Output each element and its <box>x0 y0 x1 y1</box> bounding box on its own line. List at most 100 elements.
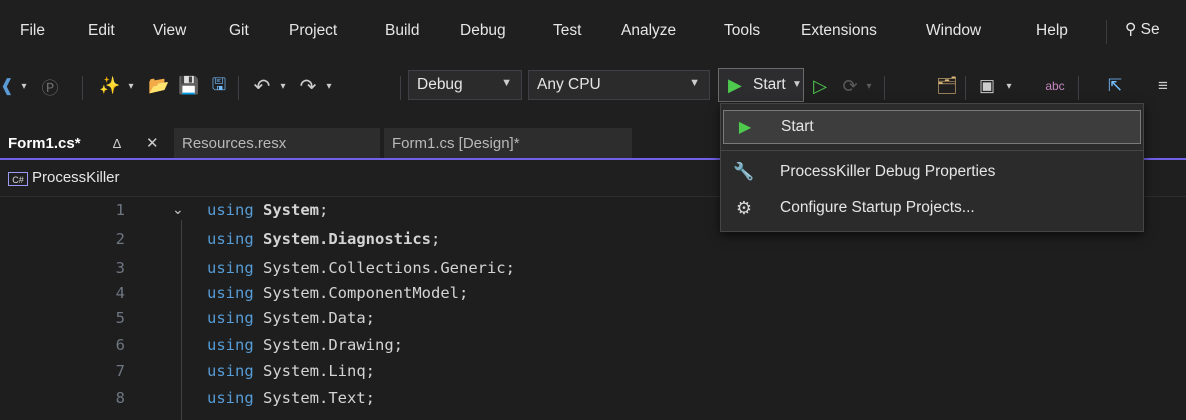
pin-icon[interactable]: ∆ <box>113 136 121 151</box>
code-line: 7 using System.Linq; <box>0 362 1186 385</box>
namespace: System.ComponentModel <box>263 284 459 302</box>
keyword: using <box>207 362 254 380</box>
back-icon[interactable]: ❰ <box>0 72 14 100</box>
menu-test[interactable]: Test <box>553 22 581 40</box>
search-box[interactable]: ⚲ Se <box>1106 20 1160 44</box>
menu-bar: File Edit View Git Project Build Debug T… <box>0 0 1186 62</box>
forward-icon[interactable]: Ⓟ <box>36 72 64 100</box>
keyword: using <box>207 336 254 354</box>
menu-view[interactable]: View <box>153 22 186 40</box>
search-label: Se <box>1140 21 1160 38</box>
project-name[interactable]: ProcessKiller <box>32 169 120 186</box>
menu-item-label: ProcessKiller Debug Properties <box>780 163 996 180</box>
menu-debug[interactable]: Debug <box>460 22 506 40</box>
tab-label: Form1.cs* <box>8 134 81 152</box>
undo-dropdown-icon[interactable]: ▾ <box>276 72 290 100</box>
csharp-project-icon: C# <box>8 172 28 186</box>
start-without-debugging-icon[interactable]: ▷ <box>808 72 832 100</box>
code-line: 2 using System.Diagnostics; <box>0 230 1186 253</box>
start-button[interactable]: ▶ Start ▼ <box>718 68 804 102</box>
back-dropdown-icon[interactable]: ▾ <box>18 72 30 100</box>
platform-select[interactable]: Any CPU ▼ <box>528 70 710 100</box>
menu-window[interactable]: Window <box>926 22 981 40</box>
code-line: 8 using System.Text; <box>0 389 1186 412</box>
keyword: using <box>207 230 254 248</box>
line-number: 3 <box>115 259 125 277</box>
spell-check-icon[interactable]: abc <box>1042 72 1068 100</box>
keyword: using <box>207 201 254 219</box>
chevron-down-icon: ▼ <box>501 77 512 89</box>
menu-project[interactable]: Project <box>289 22 337 40</box>
save-icon[interactable]: 💾 <box>176 72 202 100</box>
undo-icon[interactable]: ↶ <box>250 72 274 100</box>
code-line: 5 using System.Data; <box>0 309 1186 332</box>
gear-icon: ⚙ <box>735 197 753 218</box>
align-icon[interactable]: ≡ <box>1150 72 1176 100</box>
open-folder-icon[interactable]: 📂 <box>146 72 172 100</box>
code-line: 6 using System.Drawing; <box>0 336 1186 359</box>
new-project-icon[interactable]: ✨ <box>96 72 124 100</box>
hot-reload-dropdown-icon[interactable]: ▾ <box>862 72 876 100</box>
configuration-value: Debug <box>417 76 463 93</box>
menu-tools[interactable]: Tools <box>724 22 760 40</box>
start-label: Start <box>753 76 786 93</box>
line-number: 6 <box>115 336 125 354</box>
platform-value: Any CPU <box>537 76 601 93</box>
namespace: System.Text <box>263 389 366 407</box>
pointer-icon[interactable]: ⇱ <box>1102 72 1128 100</box>
namespace: System <box>263 201 320 219</box>
search-icon: ⚲ <box>1125 21 1137 38</box>
line-number: 5 <box>115 309 125 327</box>
namespace: System.Linq <box>263 362 366 380</box>
line-number: 7 <box>115 362 125 380</box>
menu-item-label: Configure Startup Projects... <box>780 199 975 216</box>
start-dropdown-icon[interactable]: ▼ <box>792 79 802 90</box>
close-icon[interactable]: ✕ <box>146 134 159 152</box>
layout-dropdown-icon[interactable]: ▾ <box>1002 72 1016 100</box>
menu-build[interactable]: Build <box>385 22 419 40</box>
menu-extensions[interactable]: Extensions <box>801 22 877 40</box>
menu-edit[interactable]: Edit <box>88 22 115 40</box>
menu-item-label: Start <box>781 118 814 135</box>
menu-help[interactable]: Help <box>1036 22 1068 40</box>
menu-analyze[interactable]: Analyze <box>621 22 676 40</box>
line-number: 1 <box>115 201 125 219</box>
start-dropdown-menu: ▶ Start 🔧 ProcessKiller Debug Properties… <box>720 103 1144 232</box>
tab-form1-cs[interactable]: Form1.cs* ∆ ✕ <box>0 128 170 158</box>
tab-resources-resx[interactable]: Resources.resx <box>174 128 380 158</box>
namespace: System.Data <box>263 309 366 327</box>
tab-form1-design[interactable]: Form1.cs [Design]* <box>384 128 632 158</box>
code-line: 4 using System.ComponentModel; <box>0 284 1186 307</box>
keyword: using <box>207 389 254 407</box>
keyword: using <box>207 259 254 277</box>
chevron-down-icon: ▼ <box>689 77 700 89</box>
menu-item-configure-startup[interactable]: ⚙ Configure Startup Projects... <box>723 191 1141 225</box>
new-dropdown-icon[interactable]: ▾ <box>124 72 138 100</box>
window-layout-icon[interactable]: ▣ <box>974 72 1000 100</box>
keyword: using <box>207 284 254 302</box>
hot-reload-icon[interactable]: ⟳ <box>838 72 862 100</box>
namespace: System.Collections.Generic <box>263 259 506 277</box>
namespace: System.Drawing <box>263 336 394 354</box>
menu-item-debug-properties[interactable]: 🔧 ProcessKiller Debug Properties <box>723 155 1141 189</box>
line-number: 4 <box>115 284 125 302</box>
menu-file[interactable]: File <box>20 22 45 40</box>
namespace: System.Diagnostics <box>263 230 431 248</box>
play-icon: ▶ <box>738 119 752 136</box>
menu-git[interactable]: Git <box>229 22 249 40</box>
line-number: 2 <box>115 230 125 248</box>
play-icon: ▶ <box>728 75 742 95</box>
wrench-icon: 🔧 <box>733 162 755 181</box>
redo-icon[interactable]: ↷ <box>296 72 320 100</box>
redo-dropdown-icon[interactable]: ▾ <box>322 72 336 100</box>
keyword: using <box>207 309 254 327</box>
tab-label: Form1.cs [Design]* <box>392 134 520 152</box>
line-number: 8 <box>115 389 125 407</box>
menu-divider <box>721 150 1143 151</box>
tab-label: Resources.resx <box>182 134 287 152</box>
save-all-icon[interactable]: 🖫 <box>206 72 232 100</box>
menu-item-start[interactable]: ▶ Start <box>723 110 1141 144</box>
configuration-select[interactable]: Debug ▼ <box>408 70 522 100</box>
code-line: 3 using System.Collections.Generic; <box>0 259 1186 282</box>
browse-folder-icon[interactable]: 🗂 <box>934 72 960 100</box>
